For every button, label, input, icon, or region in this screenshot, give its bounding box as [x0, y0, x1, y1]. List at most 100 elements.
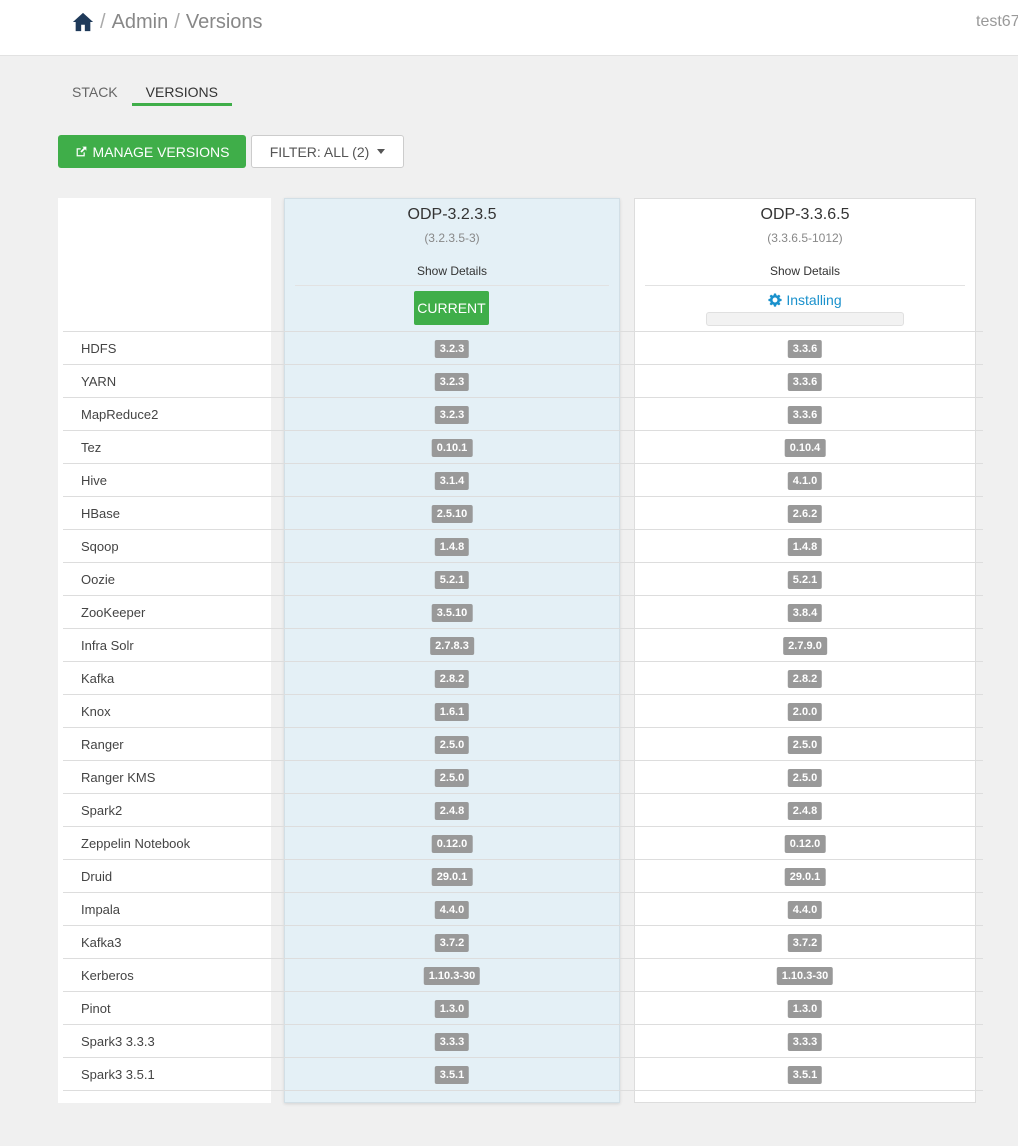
service-name: Infra Solr	[81, 638, 134, 653]
install-progress-bar	[706, 312, 904, 326]
version-build: (3.3.6.5-1012)	[767, 231, 843, 245]
version-badge-installing: 2.0.0	[787, 703, 823, 721]
table-row: Spark3 3.3.3 3.3.3 3.3.3	[63, 1024, 983, 1057]
service-name: Sqoop	[81, 539, 119, 554]
service-name: Ranger	[81, 737, 124, 752]
table-row: Ranger KMS 2.5.0 2.5.0	[63, 760, 983, 793]
version-badge-installing: 3.3.3	[787, 1033, 823, 1051]
table-row: Oozie 5.2.1 5.2.1	[63, 562, 983, 595]
service-name: Oozie	[81, 572, 115, 587]
breadcrumb-separator: /	[100, 10, 106, 33]
version-badge-current: 2.5.10	[431, 505, 473, 523]
service-name: Kafka	[81, 671, 115, 686]
version-badge-current: 1.3.0	[434, 1000, 470, 1018]
table-row: MapReduce2 3.2.3 3.3.6	[63, 397, 983, 430]
version-badge-installing: 1.4.8	[787, 538, 823, 556]
table-row: Impala 4.4.0 4.4.0	[63, 892, 983, 925]
service-name: Kafka3	[81, 935, 122, 950]
home-icon[interactable]	[72, 11, 94, 33]
version-badge-installing: 29.0.1	[784, 868, 826, 886]
breadcrumb: / Admin / Versions	[72, 8, 263, 36]
table-row: Spark2 2.4.8 2.4.8	[63, 793, 983, 826]
version-badge-installing: 3.3.6	[787, 406, 823, 424]
version-badge-installing: 3.5.1	[787, 1066, 823, 1084]
service-name: Druid	[81, 869, 113, 884]
service-name: Hive	[81, 473, 108, 488]
service-name: HBase	[81, 506, 121, 521]
table-row: Tez 0.10.1 0.10.4	[63, 430, 983, 463]
table-row: Spark3 3.5.1 3.5.1 3.5.1	[63, 1057, 983, 1091]
filter-label: FILTER: ALL (2)	[269, 143, 370, 160]
table-row: Knox 1.6.1 2.0.0	[63, 694, 983, 727]
divider	[645, 285, 965, 286]
version-badge-installing: 1.3.0	[787, 1000, 823, 1018]
manage-versions-button[interactable]: MANAGE VERSIONS	[58, 135, 246, 168]
installing-label: Installing	[786, 292, 842, 308]
service-name: Ranger KMS	[81, 770, 156, 785]
version-badge-installing: 0.10.4	[784, 439, 826, 457]
version-badge-current: 3.2.3	[434, 373, 470, 391]
version-badge-installing: 1.10.3-30	[776, 967, 834, 985]
service-name: Pinot	[81, 1001, 111, 1016]
version-badge-current: 2.5.0	[434, 769, 470, 787]
version-badge-current: 3.2.3	[434, 406, 470, 424]
version-badge-installing: 3.7.2	[787, 934, 823, 952]
version-badge-current: 2.5.0	[434, 736, 470, 754]
service-name: HDFS	[81, 341, 117, 356]
version-badge-installing: 2.6.2	[787, 505, 823, 523]
breadcrumb-admin[interactable]: Admin	[112, 11, 169, 34]
tab-versions[interactable]: VERSIONS	[131, 80, 232, 106]
version-badge-installing: 2.4.8	[787, 802, 823, 820]
version-badge-current: 1.6.1	[434, 703, 470, 721]
version-badge-installing: 2.8.2	[787, 670, 823, 688]
version-badge-installing: 3.8.4	[787, 604, 823, 622]
table-row: Kafka 2.8.2 2.8.2	[63, 661, 983, 694]
external-link-icon	[76, 146, 86, 157]
tabs: STACK VERSIONS	[58, 80, 232, 106]
service-name: Kerberos	[81, 968, 134, 983]
table-row: ZooKeeper 3.5.10 3.8.4	[63, 595, 983, 628]
show-details-link[interactable]: Show Details	[285, 264, 619, 278]
table-row: Hive 3.1.4 4.1.0	[63, 463, 983, 496]
service-name: Knox	[81, 704, 111, 719]
user-menu[interactable]: test67	[976, 13, 1018, 31]
manage-versions-label: MANAGE VERSIONS	[92, 143, 230, 160]
caret-down-icon	[377, 149, 386, 154]
version-badge-current: 1.10.3-30	[423, 967, 481, 985]
divider	[295, 285, 609, 286]
version-badge-current: 3.5.1	[434, 1066, 470, 1084]
filter-dropdown[interactable]: FILTER: ALL (2)	[251, 135, 404, 168]
version-badge-current: 3.5.10	[431, 604, 473, 622]
version-badge-current: 3.3.3	[434, 1033, 470, 1051]
version-badge-installing: 3.3.6	[787, 373, 823, 391]
version-badge-installing: 2.7.9.0	[783, 637, 827, 655]
version-badge-installing: 2.5.0	[787, 736, 823, 754]
table-row: Pinot 1.3.0 1.3.0	[63, 991, 983, 1024]
tab-stack[interactable]: STACK	[58, 80, 132, 106]
version-badge-installing: 3.3.6	[787, 340, 823, 358]
table-row: Zeppelin Notebook 0.12.0 0.12.0	[63, 826, 983, 859]
version-badge-installing: 4.4.0	[787, 901, 823, 919]
version-badge-current: 5.2.1	[434, 571, 470, 589]
version-badge-installing: 0.12.0	[784, 835, 826, 853]
version-badge-current: 1.4.8	[434, 538, 470, 556]
breadcrumb-versions: Versions	[185, 10, 263, 33]
service-name: Tez	[81, 440, 102, 455]
version-badge-installing: 2.5.0	[787, 769, 823, 787]
table-row: YARN 3.2.3 3.3.6	[63, 364, 983, 397]
service-name: MapReduce2	[81, 407, 159, 422]
service-name: Impala	[81, 902, 121, 917]
service-name: Zeppelin Notebook	[81, 836, 191, 851]
table-row: Sqoop 1.4.8 1.4.8	[63, 529, 983, 562]
version-badge-current: 3.1.4	[434, 472, 470, 490]
installing-status-link[interactable]: Installing	[635, 292, 975, 308]
service-name: Spark3 3.5.1	[81, 1067, 155, 1082]
current-badge: CURRENT	[414, 291, 489, 325]
version-badge-current: 29.0.1	[431, 868, 473, 886]
table-row: HDFS 3.2.3 3.3.6	[63, 331, 983, 364]
table-row: Kafka3 3.7.2 3.7.2	[63, 925, 983, 958]
service-name: Spark2	[81, 803, 123, 818]
version-badge-installing: 4.1.0	[787, 472, 823, 490]
show-details-link[interactable]: Show Details	[635, 264, 975, 278]
version-badge-installing: 5.2.1	[787, 571, 823, 589]
